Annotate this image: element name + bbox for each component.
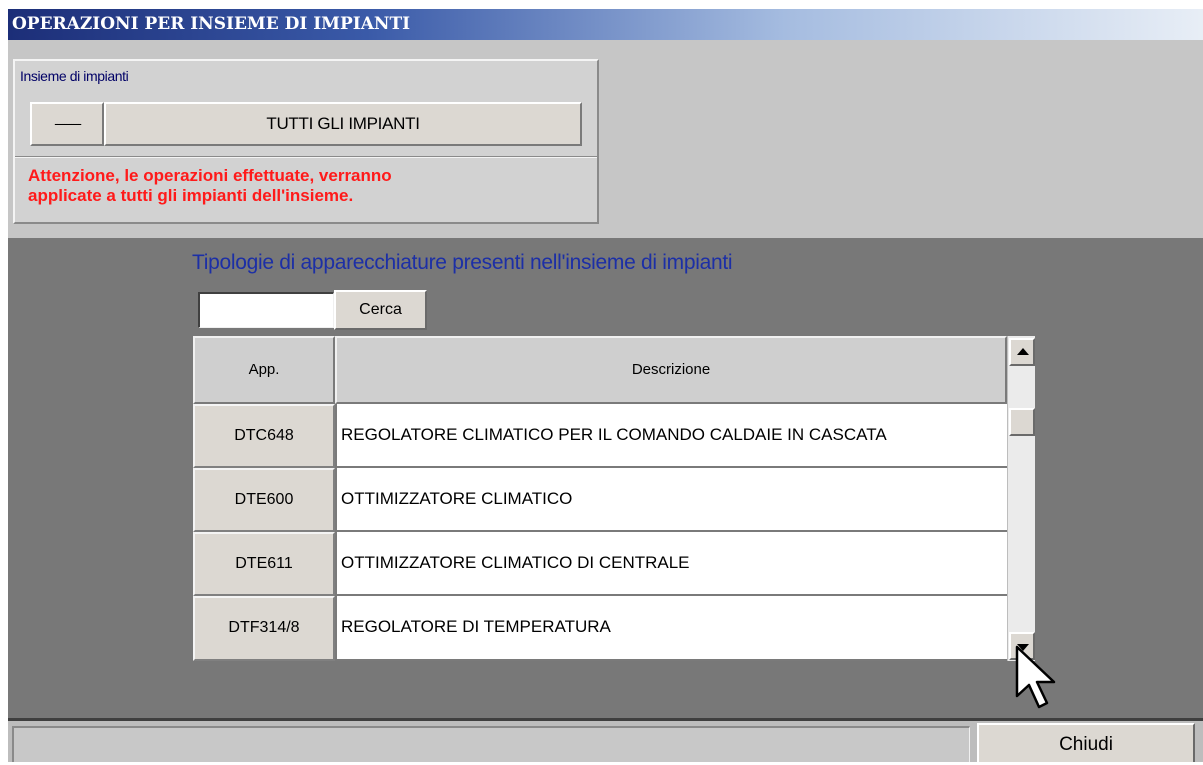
groupbox-label: Insieme di impianti xyxy=(20,68,129,84)
row-code-cell[interactable]: DTF314/8 xyxy=(193,596,335,661)
column-header-description[interactable]: Descrizione xyxy=(335,336,1007,404)
search-input[interactable] xyxy=(198,292,334,328)
section-title: Tipologie di apparecchiature presenti ne… xyxy=(192,251,733,274)
status-panel xyxy=(12,726,970,762)
scroll-up-arrow-icon xyxy=(1017,348,1029,355)
row-description-cell[interactable]: REGOLATORE DI TEMPERATURA xyxy=(335,596,1007,661)
row-code-cell[interactable]: DTE611 xyxy=(193,532,335,596)
row-description-cell[interactable]: OTTIMIZZATORE CLIMATICO DI CENTRALE xyxy=(335,532,1007,596)
search-button[interactable]: Cerca xyxy=(334,290,427,330)
column-header-app[interactable]: App. xyxy=(193,336,335,404)
row-description-cell[interactable]: OTTIMIZZATORE CLIMATICO xyxy=(335,468,1007,532)
scrollbar-thumb[interactable] xyxy=(1009,408,1035,436)
equipment-table: App. Descrizione DTC648 REGOLATORE CLIMA… xyxy=(193,336,1007,661)
row-code-cell[interactable]: DTC648 xyxy=(193,404,335,468)
close-button[interactable]: Chiudi xyxy=(977,723,1195,762)
row-code-cell[interactable]: DTE600 xyxy=(193,468,335,532)
warning-line-2: applicate a tutti gli impianti dell'insi… xyxy=(28,186,354,205)
select-set-button[interactable]: ----------- xyxy=(30,102,104,146)
warning-message: Attenzione, le operazioni effettuate, ve… xyxy=(28,166,588,206)
window-title-bar: OPERAZIONI PER INSIEME DI IMPIANTI xyxy=(8,9,1203,40)
vertical-scrollbar[interactable] xyxy=(1007,336,1035,661)
groupbox-divider xyxy=(15,156,597,158)
current-set-button[interactable]: TUTTI GLI IMPIANTI xyxy=(104,102,582,146)
row-description-cell[interactable]: REGOLATORE CLIMATICO PER IL COMANDO CALD… xyxy=(335,404,1007,468)
mouse-pointer-icon xyxy=(1015,645,1056,709)
scroll-up-button[interactable] xyxy=(1009,338,1035,366)
warning-line-1: Attenzione, le operazioni effettuate, ve… xyxy=(28,166,392,185)
window-title: OPERAZIONI PER INSIEME DI IMPIANTI xyxy=(12,14,411,34)
